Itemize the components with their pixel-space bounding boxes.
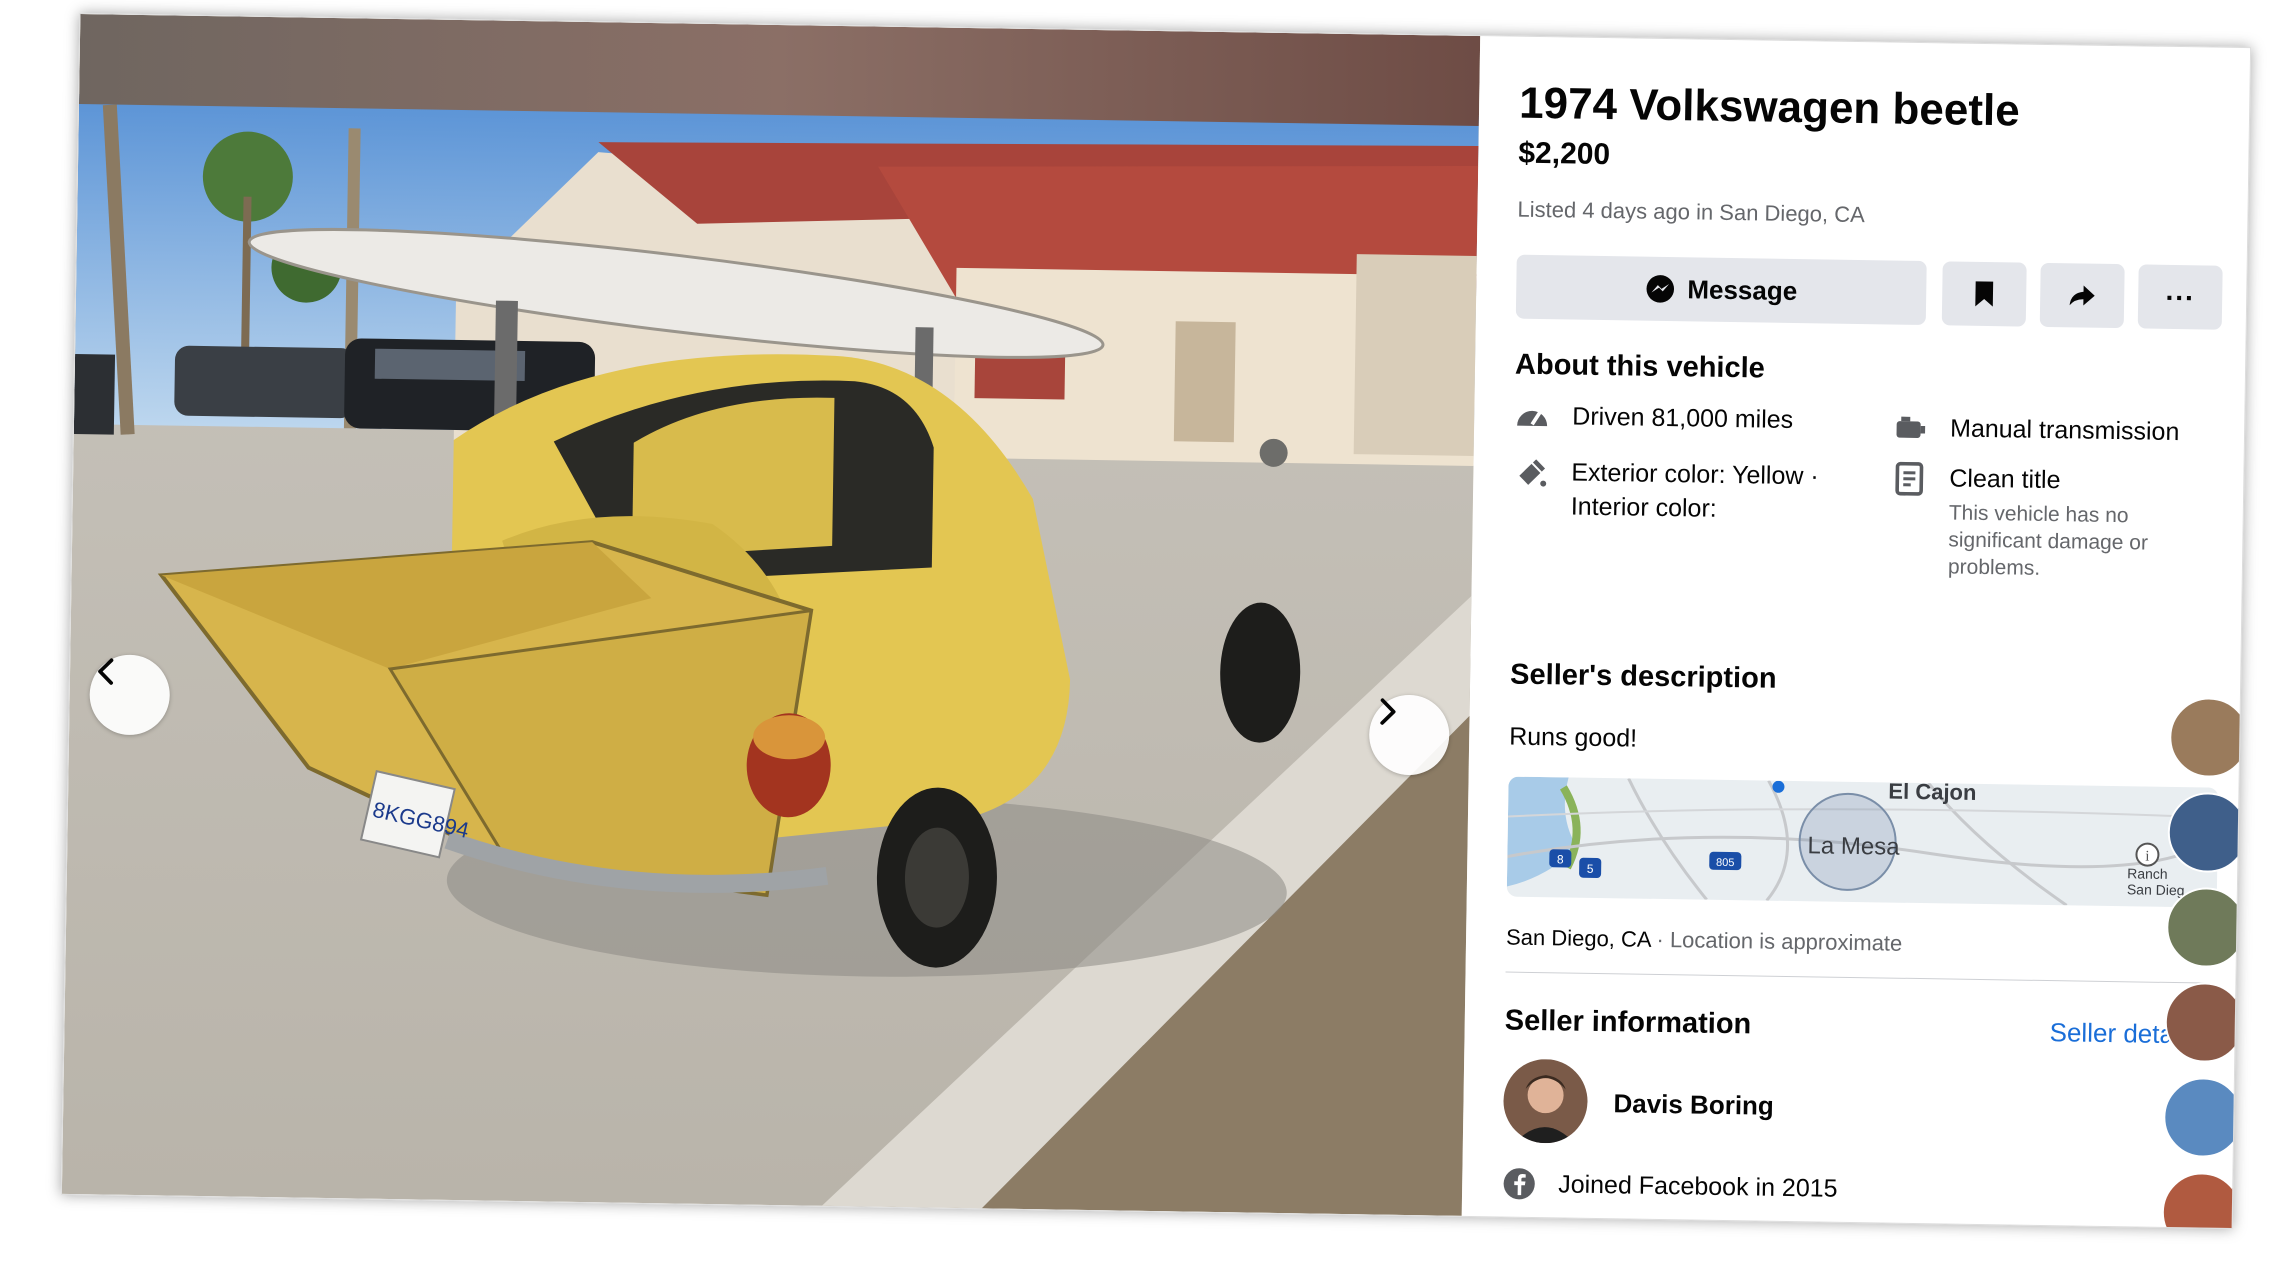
listing-price: $2,200 [1518,136,1611,172]
seller-avatar[interactable] [1502,1058,1589,1144]
highway-shield-8: 8 [1549,849,1572,868]
map-label-la-mesa: La Mesa [1807,832,1900,860]
map-label-ranch: Ranch [2127,865,2168,882]
document-icon [1895,461,1924,496]
message-button[interactable]: Message [1515,254,1927,326]
vehicle-photo-illustration: 8KGG894 [61,14,1481,1216]
seller-name[interactable]: Davis Boring [1613,1088,1774,1122]
listing-details-panel: 1974 Volkswagen beetle $2,200 Listed 4 d… [1482,36,2240,1227]
exterior-color-text: Exterior color: Yellow · [1571,458,1819,491]
messenger-icon [1646,275,1675,303]
chat-avatars-rail [2161,696,2250,1229]
contact-avatar[interactable] [2164,981,2246,1064]
message-button-label: Message [1687,273,1798,306]
transmission-attribute: Manual transmission [1892,411,2180,452]
clean-title-text: Clean title [1949,464,2061,495]
interior-color-text: Interior color: [1570,492,1717,523]
share-icon [2069,285,2095,306]
mileage-attribute: Driven 81,000 miles [1514,399,1793,439]
save-icon [1975,281,1994,307]
speedometer-icon [1517,410,1548,427]
clean-title-subtext: This vehicle has no significant damage o… [1947,501,2149,580]
color-attribute: Exterior color: Yellow · Interior color: [1513,455,1819,528]
svg-text:5: 5 [1587,862,1594,876]
svg-text:805: 805 [1716,857,1735,869]
location-map[interactable]: 8 5 805 La Mesa El Cajon Ranch San Dieg … [1506,776,2219,908]
svg-text:i: i [2145,849,2149,865]
map-illustration: 8 5 805 La Mesa El Cajon Ranch San Dieg … [1506,776,2219,907]
chevron-left-icon [98,658,114,685]
save-button[interactable] [1941,261,2027,327]
share-button[interactable] [2039,262,2125,329]
paint-icon [1519,459,1547,487]
listing-photo[interactable]: 8KGG894 [61,14,1481,1216]
svg-text:8: 8 [1557,852,1564,866]
seller-description-heading: Seller's description [1509,658,1777,695]
transmission-icon [1896,416,1926,438]
listing-title: 1974 Volkswagen beetle [1518,78,2021,136]
location-note: · Location is approximate [1656,926,1903,956]
map-label-el-cajon: El Cajon [1888,779,1976,805]
more-options-button[interactable]: ... [2137,264,2223,330]
listing-card: 8KGG894 1974 Volkswagen beetle $2,200 Li… [60,13,2252,1229]
about-vehicle-heading: About this vehicle [1514,348,1766,385]
listing-meta[interactable]: Listed 4 days ago in San Diego, CA [1517,197,1865,228]
mileage-text: Driven 81,000 miles [1572,402,1794,434]
divider [1505,971,2206,984]
highway-shield-5: 5 [1579,857,1602,878]
joined-text: Joined Facebook in 2015 [1557,1169,1838,1203]
contact-avatar[interactable] [2168,696,2250,779]
title-status-attribute: Clean title This vehicle has no signific… [1890,461,2212,585]
seller-information-heading: Seller information [1504,1004,1752,1041]
highway-shield-805: 805 [1709,851,1742,871]
transmission-text: Manual transmission [1949,414,2180,447]
chevron-right-icon [1380,698,1396,725]
seller-description-text: Runs good! [1509,722,1638,753]
facebook-icon [1503,1168,1535,1200]
action-bar: Message ... [1515,254,2223,332]
contact-avatar[interactable] [2167,791,2249,874]
location-city: San Diego, CA [1505,924,1651,952]
contact-avatar[interactable] [2165,886,2247,969]
more-icon: ... [2165,274,2196,307]
joined-facebook-line: Joined Facebook in 2015 [1502,1167,1838,1206]
contact-avatar[interactable] [2161,1171,2243,1229]
location-line: San Diego, CA · Location is approximate [1506,925,1903,957]
contact-avatar[interactable] [2162,1076,2244,1159]
